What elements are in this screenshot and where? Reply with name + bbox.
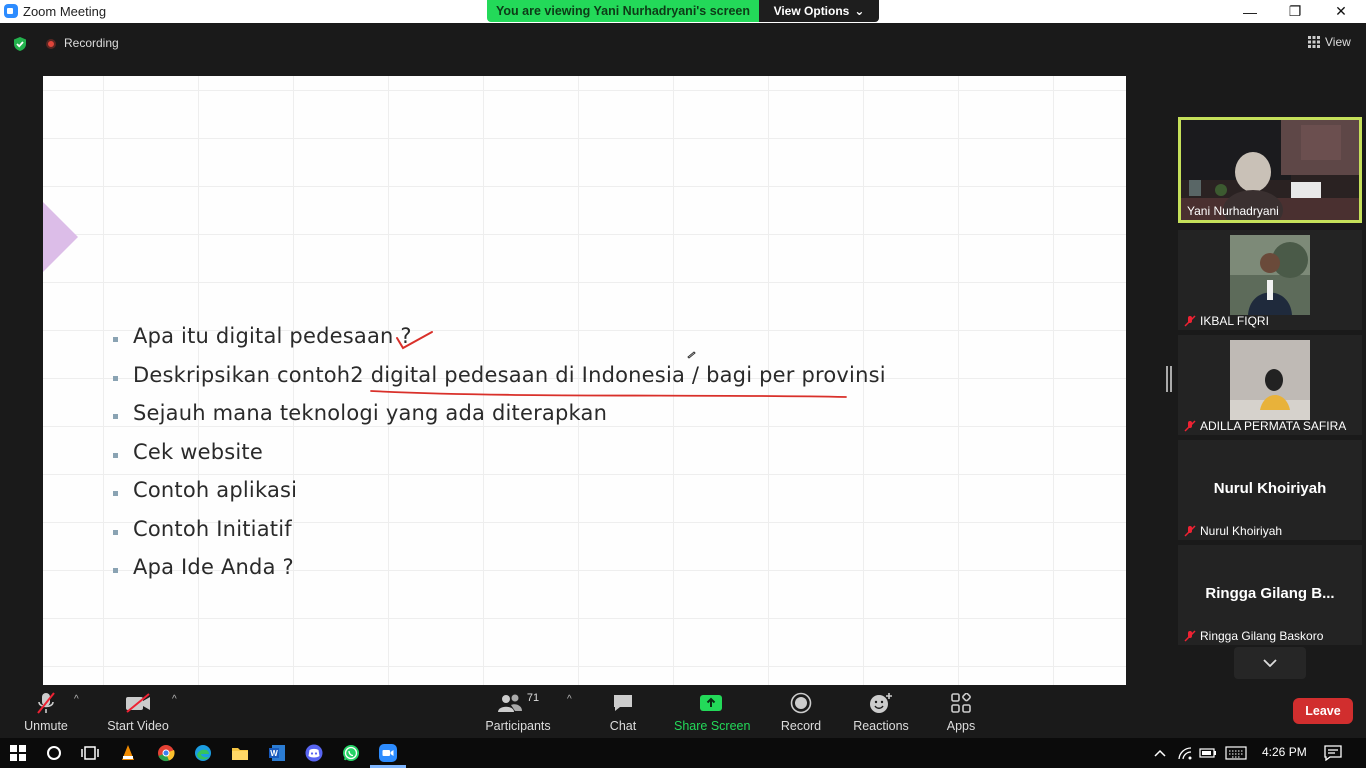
mic-muted-icon [1184, 420, 1196, 432]
word-icon[interactable]: W [266, 743, 288, 763]
participant-video [1230, 235, 1310, 315]
grid-icon [1308, 36, 1320, 48]
video-tile[interactable]: ADILLA PERMATA SAFIRA [1178, 335, 1362, 435]
slide-decoration-triangle [43, 202, 78, 272]
record-icon [790, 692, 812, 714]
gallery-scroll-down-button[interactable] [1234, 647, 1306, 679]
video-tile-no-video[interactable]: Nurul Khoiriyah Nurul Khoiriyah [1178, 440, 1362, 540]
participant-name: Nurul Khoiriyah [1184, 524, 1282, 538]
reactions-button[interactable]: Reactions [852, 690, 910, 733]
share-screen-button[interactable]: Share Screen [674, 690, 750, 733]
battery-icon[interactable] [1197, 743, 1219, 763]
view-options-label: View Options [773, 4, 850, 18]
mic-muted-icon [1184, 525, 1196, 537]
close-button[interactable]: ✕ [1318, 0, 1364, 23]
audio-options-caret[interactable]: ^ [74, 694, 79, 705]
zoom-taskbar-icon[interactable] [377, 743, 399, 763]
slide-bullet: Contoh Initiatif [113, 517, 886, 556]
participant-name: IKBAL FIQRI [1184, 314, 1269, 328]
shared-screen[interactable]: Apa itu digital pedesaan ? Deskripsikan … [43, 76, 1126, 685]
view-options-button[interactable]: View Options ⌄ [759, 0, 879, 22]
viewing-screen-banner: You are viewing Yani Nurhadryani's scree… [487, 0, 759, 22]
chat-button[interactable]: Chat [606, 690, 640, 733]
participant-name: Ringga Gilang Baskoro [1184, 629, 1323, 643]
video-tile-no-video[interactable]: Ringga Gilang B... Ringga Gilang Baskoro [1178, 545, 1362, 645]
apps-button[interactable]: Apps [944, 690, 978, 733]
video-options-caret[interactable]: ^ [172, 694, 177, 705]
recording-dot-icon [46, 39, 56, 49]
slide-bullet: Apa Ide Anda ? [113, 555, 886, 594]
mic-muted-icon [1184, 315, 1196, 327]
mic-off-icon [37, 692, 55, 714]
minimize-button[interactable]: — [1227, 0, 1273, 23]
restore-button[interactable]: ❐ [1272, 0, 1318, 23]
view-button[interactable]: View [1308, 35, 1351, 49]
participants-count: 71 [526, 692, 540, 704]
apps-icon [951, 693, 971, 713]
recording-label: Recording [64, 36, 119, 50]
participant-name: Yani Nurhadryani [1187, 204, 1279, 218]
participants-icon [497, 694, 522, 712]
edge-icon[interactable] [192, 743, 214, 763]
unmute-button[interactable]: Unmute [20, 690, 72, 733]
keyboard-icon[interactable] [1225, 743, 1247, 763]
taskbar-clock[interactable]: 4:26 PM [1262, 745, 1307, 759]
window-title: Zoom Meeting [23, 4, 107, 19]
video-tile-active[interactable]: Yani Nurhadryani [1178, 117, 1362, 223]
windows-start-icon[interactable] [7, 743, 29, 763]
vlc-icon[interactable] [117, 743, 139, 763]
panel-resize-handle[interactable] [1166, 366, 1172, 392]
wifi-icon[interactable] [1174, 743, 1196, 763]
participants-options-caret[interactable]: ^ [567, 694, 572, 705]
slide-bullet: Cek website [113, 440, 886, 479]
zoom-app-icon [4, 4, 18, 18]
video-off-icon [126, 693, 150, 713]
video-tile[interactable]: IKBAL FIQRI [1178, 230, 1362, 330]
slide-bullet: Apa itu digital pedesaan ? [113, 324, 886, 363]
participant-display-name: Nurul Khoiriyah [1213, 480, 1327, 497]
participant-name: ADILLA PERMATA SAFIRA [1184, 419, 1346, 433]
file-explorer-icon[interactable] [229, 743, 251, 763]
slide-bullet: Deskripsikan contoh2 digital pedesaan di… [113, 363, 886, 402]
chat-icon [614, 695, 632, 711]
chevron-down-icon [1263, 659, 1277, 667]
record-button[interactable]: Record [780, 690, 822, 733]
chevron-down-icon: ⌄ [854, 4, 865, 18]
view-label: View [1325, 35, 1351, 49]
whatsapp-icon[interactable] [340, 743, 362, 763]
discord-icon[interactable] [303, 743, 325, 763]
slide-bullet: Contoh aplikasi [113, 478, 886, 517]
slide-bullet-list: Apa itu digital pedesaan ? Deskripsikan … [113, 324, 886, 594]
task-view-icon[interactable] [79, 743, 101, 763]
reactions-icon [870, 693, 892, 713]
participants-button[interactable]: 71 Participants [484, 690, 552, 733]
svg-text:W: W [270, 749, 278, 758]
start-video-button[interactable]: Start Video [106, 690, 170, 733]
security-shield-icon[interactable] [12, 36, 28, 52]
meeting-top-bar [0, 23, 1366, 63]
mic-muted-icon [1184, 630, 1196, 642]
leave-button[interactable]: Leave [1293, 698, 1353, 724]
participant-display-name: Ringga Gilang B... [1205, 585, 1335, 602]
tray-chevron-up-icon[interactable] [1149, 743, 1171, 763]
slide-bullet: Sejauh mana teknologi yang ada diterapka… [113, 401, 886, 440]
chrome-icon[interactable] [155, 743, 177, 763]
notification-center-icon[interactable] [1322, 743, 1344, 763]
share-screen-icon [700, 695, 722, 711]
search-icon[interactable] [43, 743, 65, 763]
participant-video [1230, 340, 1310, 420]
